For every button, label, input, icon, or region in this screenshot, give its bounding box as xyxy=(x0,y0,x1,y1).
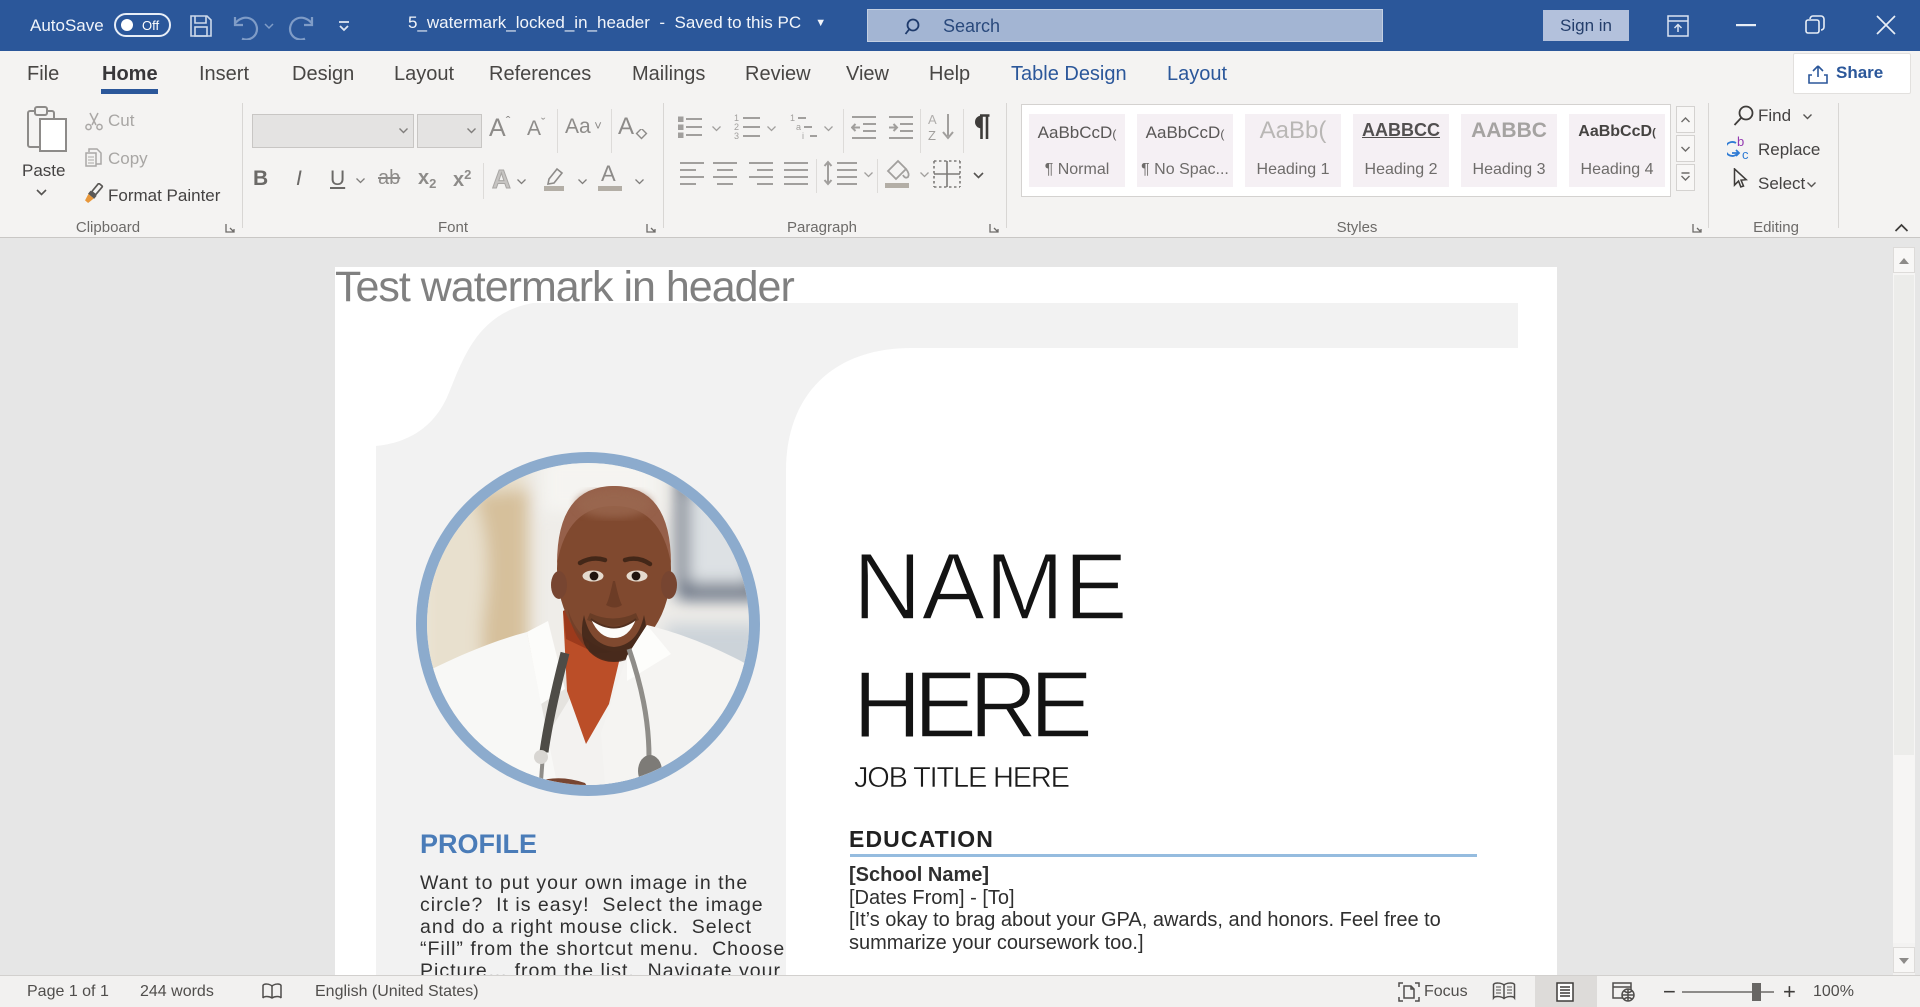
svg-text:3: 3 xyxy=(734,131,739,141)
svg-text:c: c xyxy=(1742,147,1749,161)
svg-text:A: A xyxy=(928,112,937,127)
svg-text:Z: Z xyxy=(928,128,936,142)
svg-text:a: a xyxy=(796,122,801,132)
svg-text:i: i xyxy=(802,131,804,141)
svg-text:1: 1 xyxy=(790,113,795,123)
